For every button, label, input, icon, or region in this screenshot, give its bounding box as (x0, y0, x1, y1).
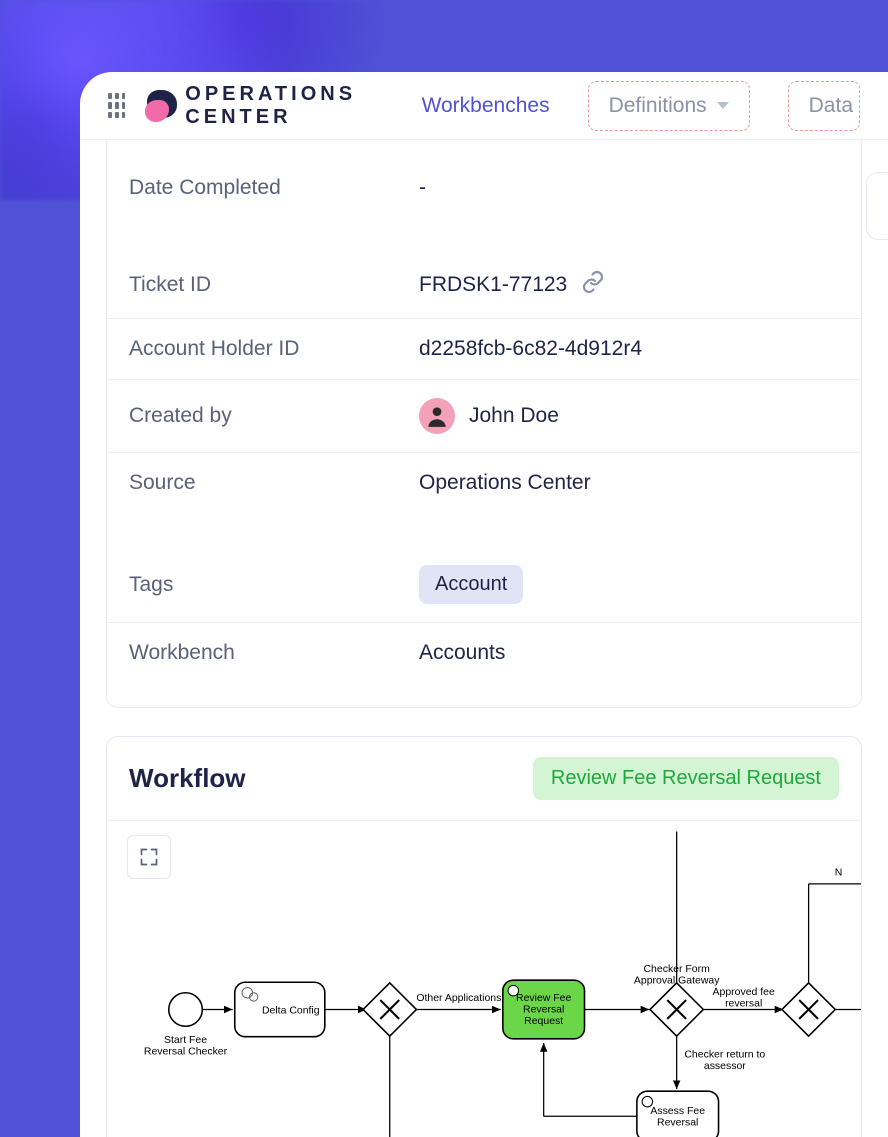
link-icon[interactable] (581, 270, 605, 300)
label-workbench: Workbench (129, 641, 419, 665)
row-date-completed: Date Completed - (107, 158, 861, 218)
logo-mark-icon (145, 86, 171, 126)
label-account-holder-id: Account Holder ID (129, 337, 419, 361)
app-title: OPERATIONS CENTER (185, 83, 371, 129)
value-date-completed: - (419, 176, 426, 200)
workflow-panel: Workflow Review Fee Reversal Request (106, 736, 862, 1137)
value-account-holder-id: d2258fcb-6c82-4d912r4 (419, 337, 642, 361)
topbar: OPERATIONS CENTER Workbenches Definition… (80, 72, 888, 140)
label-source: Source (129, 471, 419, 495)
diagram-start-label: Start FeeReversal Checker (144, 1035, 228, 1058)
row-account-holder-id: Account Holder ID d2258fcb-6c82-4d912r4 (107, 319, 861, 380)
diagram-approved-fee: Approved feereversal (713, 987, 775, 1010)
chevron-down-icon (717, 102, 729, 109)
workflow-status: Review Fee Reversal Request (533, 757, 839, 800)
details-panel: Date Completed - Ticket ID FRDSK1-77123 (106, 140, 862, 708)
diagram-n-label: N (835, 867, 843, 878)
value-ticket-id: FRDSK1-77123 (419, 273, 567, 297)
label-created-by: Created by (129, 404, 419, 428)
label-ticket-id: Ticket ID (129, 273, 419, 297)
label-tags: Tags (129, 573, 419, 597)
diagram-assess-fee: Assess FeeReversal (650, 1106, 705, 1129)
workflow-diagram[interactable]: Start FeeReversal Checker Delta Config (107, 821, 861, 1137)
workflow-title: Workflow (129, 763, 246, 794)
nav-workbenches[interactable]: Workbenches (422, 94, 550, 118)
app-window: OPERATIONS CENTER Workbenches Definition… (80, 72, 888, 1137)
value-workbench: Accounts (419, 641, 505, 665)
label-date-completed: Date Completed (129, 176, 419, 200)
diagram-checker-return: Checker return toassessor (684, 1050, 765, 1073)
diagram-other-applications: Other Applications (416, 993, 501, 1004)
apps-grid-icon[interactable] (108, 93, 125, 119)
nav-definitions-dropdown[interactable]: Definitions (588, 81, 750, 131)
side-panel (866, 172, 888, 240)
row-source: Source Operations Center (107, 453, 861, 513)
value-created-by: John Doe (469, 404, 559, 428)
diagram-delta-config: Delta Config (262, 1006, 320, 1017)
nav-definitions-label: Definitions (609, 94, 707, 118)
logo[interactable]: OPERATIONS CENTER (145, 83, 371, 129)
avatar[interactable] (419, 398, 455, 434)
nav-data-label: Data (809, 94, 853, 118)
diagram-checker-form: Checker FormApproval Gateway (634, 964, 720, 987)
row-workbench: Workbench Accounts (107, 623, 861, 683)
value-source: Operations Center (419, 471, 591, 495)
diagram-review-node: Review FeeReversalRequest (516, 993, 571, 1027)
row-tags: Tags Account (107, 547, 861, 623)
tag-account[interactable]: Account (419, 565, 523, 604)
row-created-by: Created by John Doe (107, 380, 861, 453)
row-ticket-id: Ticket ID FRDSK1-77123 (107, 252, 861, 319)
nav-data-dropdown[interactable]: Data (788, 81, 860, 131)
